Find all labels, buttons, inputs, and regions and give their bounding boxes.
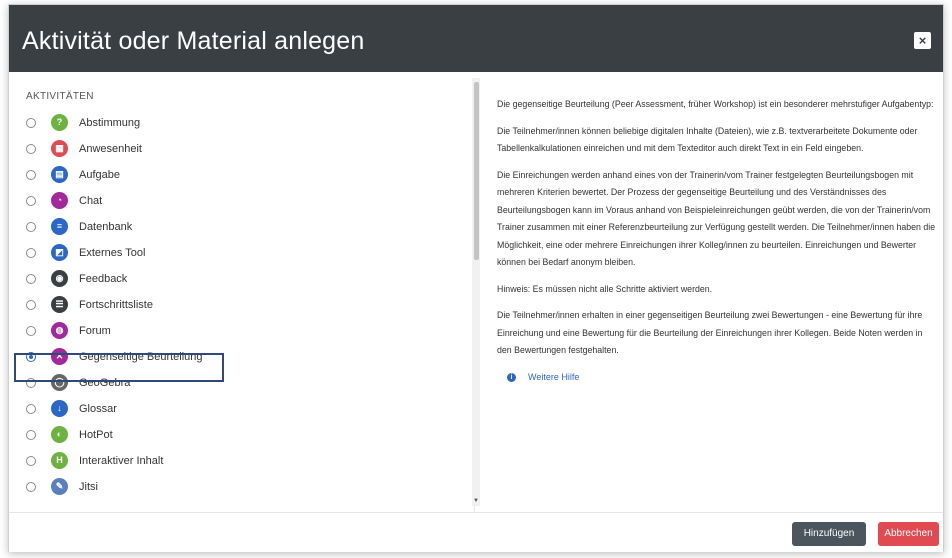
feedback-icon: ◉ (51, 270, 68, 287)
activity-label: Interaktiver Inhalt (79, 455, 164, 467)
info-icon: i (507, 372, 516, 382)
activity-label: HotPot (79, 429, 113, 441)
activity-item[interactable]: ✕ Gegenseitige Beurteilung (13, 344, 474, 370)
activity-radio[interactable] (26, 196, 36, 206)
activity-label: Anwesenheit (79, 143, 142, 155)
dialog-footer: Hinzufügen Abbrechen (9, 512, 943, 552)
puzzle-icon: ◩ (51, 244, 68, 261)
activity-list: ? Abstimmung ▦ Anwesenheit ▤ Aufgabe ◔ Chat ≡ Dat… (13, 110, 474, 500)
activity-label: Externes Tool (79, 247, 146, 259)
activity-label: Chat (79, 195, 103, 207)
activity-item[interactable]: ▤ Aufgabe (13, 162, 474, 188)
scroll-down-icon[interactable]: ▼ (473, 498, 479, 504)
workshop-icon: ✕ (51, 348, 68, 365)
section-heading: AKTIVITÄTEN (26, 91, 94, 102)
cancel-button[interactable]: Abbrechen (878, 522, 939, 546)
forum-icon: ◍ (51, 322, 68, 339)
geogebra-icon: ◯ (51, 374, 68, 391)
activity-radio[interactable] (26, 222, 36, 232)
activity-radio[interactable] (26, 326, 36, 336)
activity-radio[interactable] (26, 300, 36, 310)
dialog-header: Aktivität oder Material anlegen × (9, 5, 943, 72)
activity-item[interactable]: ↓ Glossar (13, 396, 474, 422)
activity-radio[interactable] (26, 352, 36, 362)
activity-radio[interactable] (26, 430, 36, 440)
activity-list-pane[interactable]: AKTIVITÄTEN ? Abstimmung ▦ Anwesenheit ▤ Aufg… (13, 78, 475, 512)
hotpot-icon: ◐ (51, 426, 68, 443)
activity-item[interactable]: ◔ Chat (13, 188, 474, 214)
activity-label: Glossar (79, 403, 117, 415)
h5p-icon: H (51, 452, 68, 469)
activity-item[interactable]: ◉ Feedback (13, 266, 474, 292)
description-text: Die gegenseitige Beurteilung (Peer Asses… (497, 96, 937, 360)
activity-radio[interactable] (26, 248, 36, 258)
activity-radio[interactable] (26, 404, 36, 414)
database-icon: ≡ (51, 218, 68, 235)
activity-radio[interactable] (26, 482, 36, 492)
description-paragraph: Hinweis: Es müssen nicht alle Schritte a… (497, 283, 713, 294)
jitsi-icon: ✎ (51, 478, 68, 495)
scrollbar-thumb[interactable] (474, 82, 479, 260)
activity-item[interactable]: ? Abstimmung (13, 110, 474, 136)
activity-label: Forum (79, 325, 111, 337)
activity-radio[interactable] (26, 378, 36, 388)
description-paragraph: Die Teilnehmer/innen können beliebige di… (497, 125, 918, 154)
activity-item[interactable]: ◩ Externes Tool (13, 240, 474, 266)
glossary-icon: ↓ (51, 400, 68, 417)
activity-item[interactable]: H Interaktiver Inhalt (13, 448, 474, 474)
activity-item[interactable]: ◯ GeoGebra (13, 370, 474, 396)
activity-label: Gegenseitige Beurteilung (79, 351, 203, 363)
description-pane: Die gegenseitige Beurteilung (Peer Asses… (497, 96, 937, 386)
activity-radio[interactable] (26, 456, 36, 466)
activity-label: Datenbank (79, 221, 133, 233)
assignment-icon: ▤ (51, 166, 68, 183)
attendance-icon: ▦ (51, 140, 68, 157)
help-link[interactable]: i Weitere Hilfe (507, 369, 937, 387)
activity-item[interactable]: ☰ Fortschrittsliste (13, 292, 474, 318)
activity-label: Aufgabe (79, 169, 120, 181)
activity-label: Abstimmung (79, 117, 141, 129)
description-paragraph: Die gegenseitige Beurteilung (Peer Asses… (497, 99, 934, 109)
activity-label: Jitsi (79, 481, 98, 493)
activity-item[interactable]: ◐ HotPot (13, 422, 474, 448)
activity-label: GeoGebra (79, 377, 131, 389)
activity-item[interactable]: ▦ Anwesenheit (13, 136, 474, 162)
activity-label: Fortschrittsliste (79, 299, 153, 311)
activity-item[interactable]: ◍ Forum (13, 318, 474, 344)
activity-label: Feedback (79, 273, 128, 285)
activity-radio[interactable] (26, 144, 36, 154)
close-button[interactable]: × (914, 32, 931, 49)
activity-chooser-dialog: Aktivität oder Material anlegen × AKTIVI… (8, 4, 944, 552)
dialog-title: Aktivität oder Material anlegen (22, 27, 365, 55)
activity-item[interactable]: ≡ Datenbank (13, 214, 474, 240)
activity-radio[interactable] (26, 274, 36, 284)
activity-radio[interactable] (26, 170, 36, 180)
help-link-label[interactable]: Weitere Hilfe (528, 369, 579, 387)
dialog-body: AKTIVITÄTEN ? Abstimmung ▦ Anwesenheit ▤ Aufg… (9, 72, 943, 512)
checklist-icon: ☰ (51, 296, 68, 313)
activity-item[interactable]: ✎ Jitsi (13, 474, 474, 500)
add-button[interactable]: Hinzufügen (792, 522, 866, 546)
description-paragraph: Die Teilnehmer/innen erhalten in einer g… (497, 310, 923, 355)
chat-icon: ◔ (51, 192, 68, 209)
activity-radio[interactable] (26, 118, 36, 128)
question-icon: ? (51, 114, 68, 131)
description-paragraph: Die Einreichungen werden anhand eines vo… (497, 169, 936, 268)
